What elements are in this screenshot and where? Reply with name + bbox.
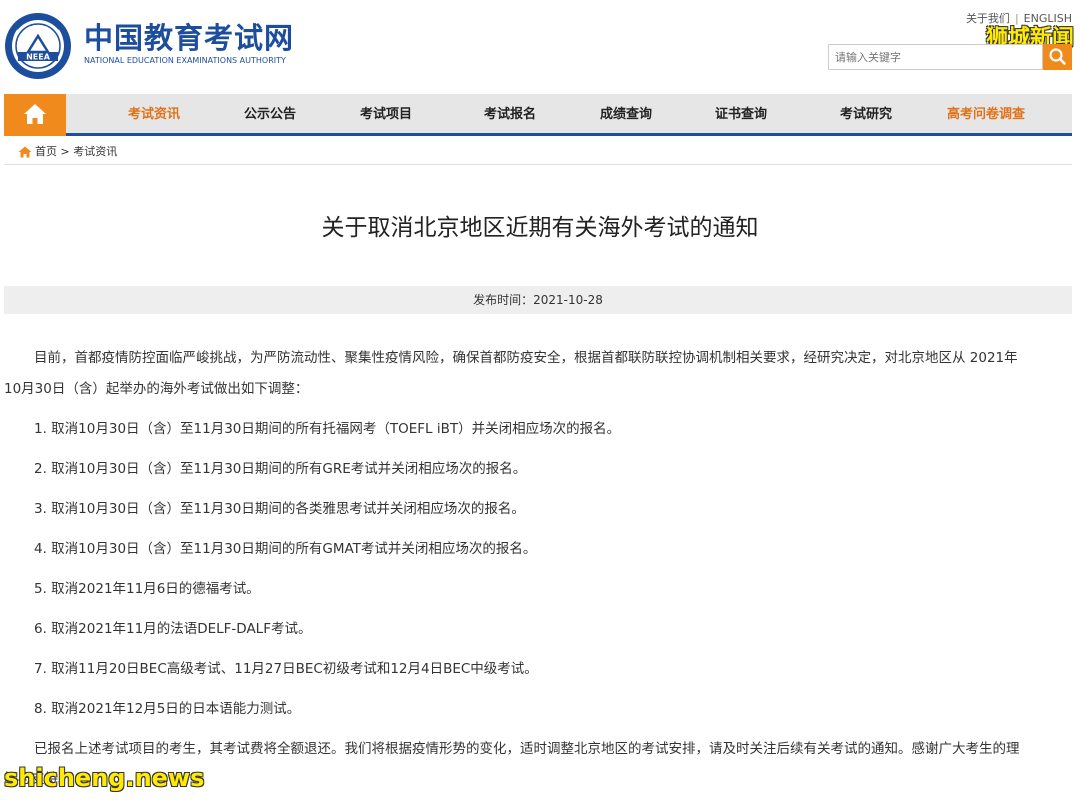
nav-item-exam-projects[interactable]: 考试项目	[360, 94, 412, 136]
nav-home-button[interactable]	[4, 94, 66, 136]
nav-item-certificate-query[interactable]: 证书查询	[715, 94, 767, 136]
breadcrumb-home-link[interactable]: 首页	[35, 145, 57, 158]
watermark-bottom: shicheng.news	[4, 764, 205, 792]
nav-item-exam-news[interactable]: 考试资讯	[128, 94, 180, 136]
list-item: 6. 取消2021年11月的法语DELF-DALF考试。	[34, 621, 312, 637]
breadcrumb-current[interactable]: 考试资讯	[73, 145, 117, 158]
nav-item-score-query[interactable]: 成绩查询	[600, 94, 652, 136]
emblem-text: NEEA	[26, 53, 51, 62]
home-icon	[24, 104, 46, 124]
nav-item-exam-research[interactable]: 考试研究	[840, 94, 892, 136]
list-item: 5. 取消2021年11月6日的德福考试。	[34, 581, 260, 597]
search-icon	[1049, 48, 1066, 65]
nav-item-gaokao-survey[interactable]: 高考问卷调查	[947, 94, 1025, 136]
nav-item-announcements[interactable]: 公示公告	[244, 94, 296, 136]
list-item: 2. 取消10月30日（含）至11月30日期间的所有GRE考试并关闭相应场次的报…	[34, 461, 527, 477]
breadcrumb: 首页 > 考试资讯	[4, 139, 1072, 165]
list-item: 1. 取消10月30日（含）至11月30日期间的所有托福网考（TOEFL iBT…	[34, 421, 621, 437]
article-intro-line-2: 10月30日（含）起举办的海外考试做出如下调整：	[4, 381, 309, 397]
publish-time: 发布时间：2021-10-28	[4, 286, 1072, 314]
site-header: NEEA 中国教育考试网 NATIONAL EDUCATION EXAMINAT…	[0, 0, 1080, 94]
list-item: 7. 取消11月20日BEC高级考试、11月27日BEC初级考试和12月4日BE…	[34, 661, 538, 677]
site-logo-title[interactable]: 中国教育考试网	[84, 22, 294, 54]
article-intro-line-1: 目前，首都疫情防控面临严峻挑战，为严防流动性、聚集性疫情风险，确保首都防疫安全，…	[34, 350, 1018, 366]
site-logo-subtitle: NATIONAL EDUCATION EXAMINATIONS AUTHORIT…	[84, 56, 286, 65]
breadcrumb-home-icon	[18, 146, 32, 158]
list-item: 4. 取消10月30日（含）至11月30日期间的所有GMAT考试并关闭相应场次的…	[34, 541, 537, 557]
list-item: 8. 取消2021年12月5日的日本语能力测试。	[34, 701, 301, 717]
search-button[interactable]	[1043, 44, 1072, 70]
neea-emblem-icon[interactable]: NEEA	[4, 12, 72, 80]
list-item: 3. 取消10月30日（含）至11月30日期间的各类雅思考试并关闭相应场次的报名…	[34, 501, 525, 517]
breadcrumb-separator: >	[60, 145, 70, 158]
main-nav: 考试资讯 公示公告 考试项目 考试报名 成绩查询 证书查询 考试研究 高考问卷调…	[4, 94, 1072, 136]
nav-item-registration[interactable]: 考试报名	[484, 94, 536, 136]
search-input[interactable]	[828, 44, 1043, 70]
article-title: 关于取消北京地区近期有关海外考试的通知	[321, 215, 759, 241]
article-closing-line-1: 已报名上述考试项目的考生，其考试费将全额退还。我们将根据疫情形势的变化，适时调整…	[34, 741, 1020, 757]
